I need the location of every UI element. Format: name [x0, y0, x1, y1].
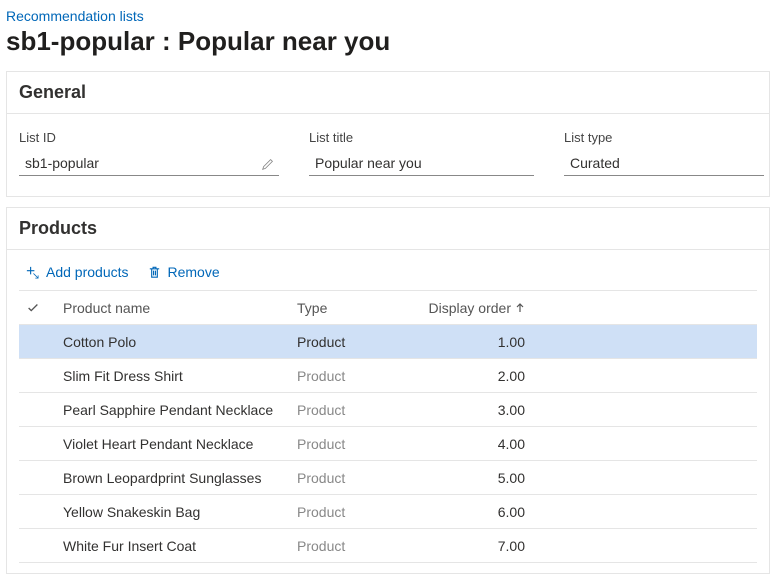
add-products-button[interactable]: Add products: [25, 264, 129, 280]
cell-display-order: 5.00: [417, 470, 537, 486]
cell-product-name: White Fur Insert Coat: [47, 538, 297, 554]
list-id-label: List ID: [19, 130, 279, 145]
cell-display-order: 6.00: [417, 504, 537, 520]
list-title-field: List title: [309, 130, 534, 176]
table-row[interactable]: Pearl Sapphire Pendant NecklaceProduct3.…: [19, 393, 757, 427]
checkmark-icon: [26, 301, 40, 315]
cell-type: Product: [297, 538, 417, 554]
table-row[interactable]: Violet Heart Pendant NecklaceProduct4.00: [19, 427, 757, 461]
remove-button[interactable]: Remove: [147, 264, 220, 280]
list-title-label: List title: [309, 130, 534, 145]
products-header: Products: [7, 208, 769, 250]
breadcrumb-link[interactable]: Recommendation lists: [6, 8, 144, 24]
general-title: General: [19, 82, 86, 102]
table-row[interactable]: White Fur Insert CoatProduct7.00: [19, 529, 757, 563]
cell-type: Product: [297, 470, 417, 486]
cell-type: Product: [297, 368, 417, 384]
list-id-input[interactable]: [19, 151, 279, 176]
products-panel: Products Add products Remove Product nam…: [6, 207, 770, 574]
grid-header: Product name Type Display order: [19, 291, 757, 325]
cell-type: Product: [297, 436, 417, 452]
breadcrumb: Recommendation lists: [0, 0, 776, 24]
general-header: General: [7, 72, 769, 114]
cell-product-name: Yellow Snakeskin Bag: [47, 504, 297, 520]
add-icon: [25, 265, 40, 280]
products-title: Products: [19, 218, 97, 238]
col-display-order-label: Display order: [429, 300, 511, 316]
col-product-name[interactable]: Product name: [47, 300, 297, 316]
select-all-column[interactable]: [19, 301, 47, 315]
table-row[interactable]: Slim Fit Dress ShirtProduct2.00: [19, 359, 757, 393]
pencil-icon: [261, 157, 275, 171]
cell-display-order: 4.00: [417, 436, 537, 452]
add-products-label: Add products: [46, 264, 129, 280]
col-type[interactable]: Type: [297, 300, 417, 316]
cell-type: Product: [297, 504, 417, 520]
cell-product-name: Pearl Sapphire Pendant Necklace: [47, 402, 297, 418]
remove-label: Remove: [168, 264, 220, 280]
products-cmd-bar: Add products Remove: [19, 254, 757, 290]
table-row[interactable]: Yellow Snakeskin BagProduct6.00: [19, 495, 757, 529]
col-display-order[interactable]: Display order: [417, 300, 537, 316]
cell-type: Product: [297, 334, 417, 350]
cell-display-order: 3.00: [417, 402, 537, 418]
table-row[interactable]: Cotton PoloProduct1.00: [19, 325, 757, 359]
list-title-input[interactable]: [309, 151, 534, 176]
cell-type: Product: [297, 402, 417, 418]
cell-display-order: 7.00: [417, 538, 537, 554]
list-type-field: List type: [564, 130, 764, 176]
list-type-input[interactable]: [564, 151, 764, 176]
trash-icon: [147, 265, 162, 280]
cell-display-order: 1.00: [417, 334, 537, 350]
list-id-field: List ID: [19, 130, 279, 176]
general-panel: General List ID List title List type: [6, 71, 770, 197]
page-title: sb1-popular : Popular near you: [0, 24, 776, 71]
cell-display-order: 2.00: [417, 368, 537, 384]
general-fields: List ID List title List type: [19, 124, 757, 186]
cell-product-name: Brown Leopardprint Sunglasses: [47, 470, 297, 486]
cell-product-name: Slim Fit Dress Shirt: [47, 368, 297, 384]
products-grid: Product name Type Display order Cotton P…: [19, 290, 757, 563]
cell-product-name: Cotton Polo: [47, 334, 297, 350]
list-type-label: List type: [564, 130, 764, 145]
table-row[interactable]: Brown Leopardprint SunglassesProduct5.00: [19, 461, 757, 495]
sort-asc-icon: [515, 303, 525, 313]
cell-product-name: Violet Heart Pendant Necklace: [47, 436, 297, 452]
